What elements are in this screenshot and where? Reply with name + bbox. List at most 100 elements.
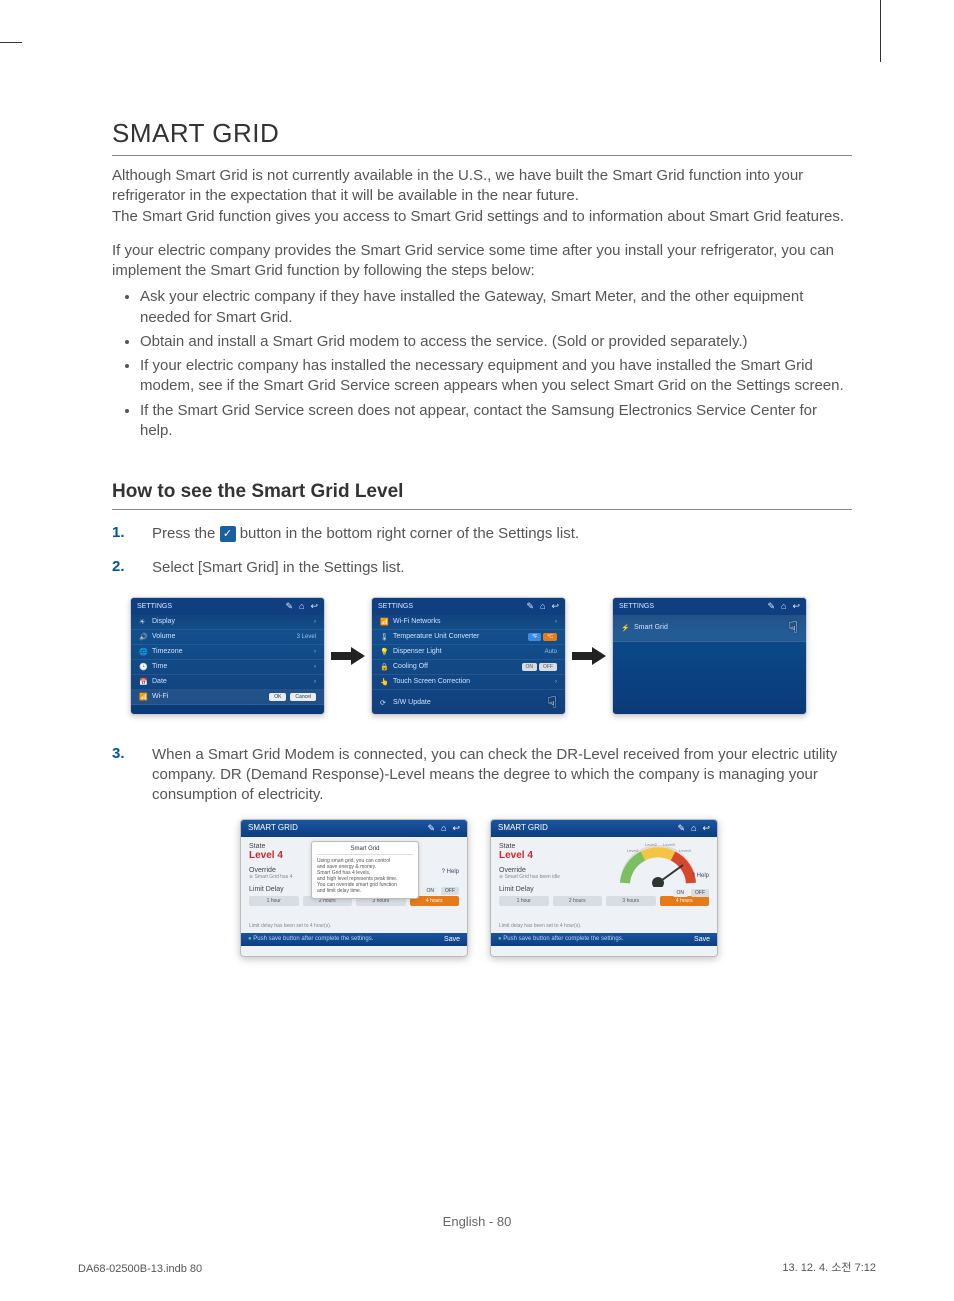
- hour-4-button: 4 hours: [660, 896, 710, 906]
- hour-1-button: 1 hour: [249, 896, 299, 906]
- row-label: Temperature Unit Converter: [393, 633, 479, 640]
- hand-cursor-icon: ☟: [547, 693, 557, 713]
- touch-icon: 👆: [380, 678, 388, 686]
- back-icon: ↩: [792, 601, 800, 612]
- row-label: Date: [152, 678, 167, 685]
- bullet-item: Obtain and install a Smart Grid modem to…: [140, 332, 852, 352]
- footer-page-number: English - 80: [0, 1214, 954, 1229]
- intro-paragraph-2: If your electric company provides the Sm…: [112, 241, 852, 282]
- edit-icon: ✎: [427, 823, 435, 834]
- step-1-post: button in the bottom right corner of the…: [236, 525, 580, 542]
- titlebar-icons: ✎ ⌂ ↩: [767, 601, 800, 612]
- home-icon: ⌂: [441, 823, 446, 834]
- home-icon: ⌂: [540, 601, 545, 612]
- cancel-button: Cancel: [290, 693, 316, 701]
- row-label: Volume: [152, 633, 175, 640]
- screen-title: SETTINGS: [619, 603, 654, 610]
- row-label: Smart Grid: [634, 624, 668, 631]
- arrow-right-icon: [331, 647, 365, 665]
- temp-icon: 🌡: [380, 633, 388, 641]
- subheading: How to see the Smart Grid Level: [112, 481, 852, 503]
- timezone-icon: 🌐: [139, 648, 147, 656]
- row-label: Timezone: [152, 648, 182, 655]
- hour-3-button: 3 hours: [606, 896, 656, 906]
- help-button: ? Help: [692, 873, 709, 879]
- bullet-item: If the Smart Grid Service screen does no…: [140, 401, 852, 442]
- date-icon: 📅: [139, 678, 147, 686]
- hour-2-button: 2 hours: [553, 896, 603, 906]
- limit-set-text: Limit delay has been set to 4 hour(s).: [499, 923, 581, 929]
- bottom-hint-text: Push save button after complete the sett…: [253, 936, 373, 942]
- bullet-list: Ask your electric company if they have i…: [112, 287, 852, 441]
- smartgrid-screen-tooltip: SMART GRID ✎⌂↩ State Level 4 Override ※ …: [240, 819, 468, 957]
- svg-text:Level2: Level2: [645, 843, 658, 847]
- screen-title: SMART GRID: [248, 823, 298, 834]
- settings-row-smart-grid: ⚡Smart Grid ☟: [613, 615, 806, 642]
- bottom-hint: ● Push save button after complete the se…: [498, 936, 623, 943]
- light-icon: 💡: [380, 648, 388, 656]
- edit-icon: ✎: [767, 601, 775, 612]
- row-label: Wi-Fi: [152, 693, 168, 700]
- row-label: Cooling Off: [393, 663, 428, 670]
- screen-title: SETTINGS: [378, 603, 413, 610]
- content-area: SMART GRID Although Smart Grid is not cu…: [112, 118, 852, 957]
- titlebar-icons: ✎⌂↩: [677, 823, 710, 834]
- row-chevron-icon: ›: [314, 679, 316, 685]
- screen-titlebar: SMART GRID ✎ ⌂ ↩: [241, 820, 467, 837]
- titlebar-icons: ✎ ⌂ ↩: [285, 601, 318, 612]
- settings-row-sw-update: ⟳S/W Update☟: [372, 690, 565, 715]
- on-label: ON: [522, 663, 538, 671]
- step-1: 1. Press the ✓ button in the bottom righ…: [112, 524, 852, 544]
- wifi-icon: 📶: [380, 618, 388, 626]
- save-button: Save: [444, 936, 460, 943]
- bullet-item: Ask your electric company if they have i…: [140, 287, 852, 328]
- edit-icon: ✎: [285, 601, 293, 612]
- hour-1-button: 1 hour: [499, 896, 549, 906]
- ok-button: OK: [269, 693, 286, 701]
- row-chevron-icon: ›: [314, 649, 316, 655]
- screen-titlebar: SETTINGS ✎ ⌂ ↩: [613, 598, 806, 615]
- titlebar-icons: ✎ ⌂ ↩: [526, 601, 559, 612]
- wifi-icon: 📶: [139, 693, 147, 701]
- step-1-pre: Press the: [152, 525, 220, 542]
- lock-icon: 🔒: [380, 663, 388, 671]
- step-number: 1.: [112, 524, 152, 544]
- row-value: 3 Level: [297, 634, 316, 640]
- footer-filename: DA68-02500B-13.indb 80: [78, 1263, 202, 1275]
- intro-paragraph: Although Smart Grid is not currently ava…: [112, 166, 852, 227]
- divider: [112, 155, 852, 156]
- page: SMART GRID Although Smart Grid is not cu…: [0, 0, 954, 1301]
- limit-set-text: Limit delay has been set to 4 hour(s).: [249, 923, 331, 929]
- home-icon: ⌂: [299, 601, 304, 612]
- row-value: Auto: [545, 649, 557, 655]
- dr-screenshot-row: SMART GRID ✎⌂↩ State Level 4 Override ※ …: [240, 819, 852, 957]
- row-chevron-icon: ›: [314, 664, 316, 670]
- settings-row-date: 📅 Date ›: [131, 675, 324, 690]
- row-label: Touch Screen Correction: [393, 678, 470, 685]
- smartgrid-tooltip: Smart Grid Using smart grid, you can con…: [311, 841, 419, 899]
- back-icon: ↩: [452, 823, 460, 834]
- svg-text:Level3: Level3: [663, 843, 676, 847]
- home-icon: ⌂: [781, 601, 786, 612]
- crop-mark: [0, 42, 22, 43]
- help-button: ? Help: [442, 869, 459, 875]
- intro-text-1: Although Smart Grid is not currently ava…: [112, 167, 803, 204]
- settings-row-touch-correction: 👆Touch Screen Correction›: [372, 675, 565, 690]
- row-label: Dispenser Light: [393, 648, 442, 655]
- row-label: Wi-Fi Networks: [393, 618, 440, 625]
- unit-f: °F: [528, 633, 541, 641]
- bottom-hint-text: Push save button after complete the sett…: [503, 936, 623, 942]
- edit-icon: ✎: [526, 601, 534, 612]
- settings-row-time: 🕒Time›: [131, 660, 324, 675]
- svg-text:Level4: Level4: [679, 848, 692, 853]
- home-icon: ⌂: [691, 823, 696, 834]
- smartgrid-icon: ⚡: [621, 624, 629, 632]
- on-toggle: ON: [423, 887, 439, 895]
- page-title: SMART GRID: [112, 118, 852, 149]
- edit-icon: ✎: [677, 823, 685, 834]
- screenshot-row: SETTINGS ✎ ⌂ ↩ ☀Display› 🔊Volume3 Level …: [130, 597, 852, 715]
- override-toggle: ON OFF: [423, 887, 460, 895]
- row-label: Display: [152, 618, 175, 625]
- footer-timestamp: 13. 12. 4. 소전 7:12: [782, 1259, 876, 1275]
- step-text: Select [Smart Grid] in the Settings list…: [152, 558, 405, 578]
